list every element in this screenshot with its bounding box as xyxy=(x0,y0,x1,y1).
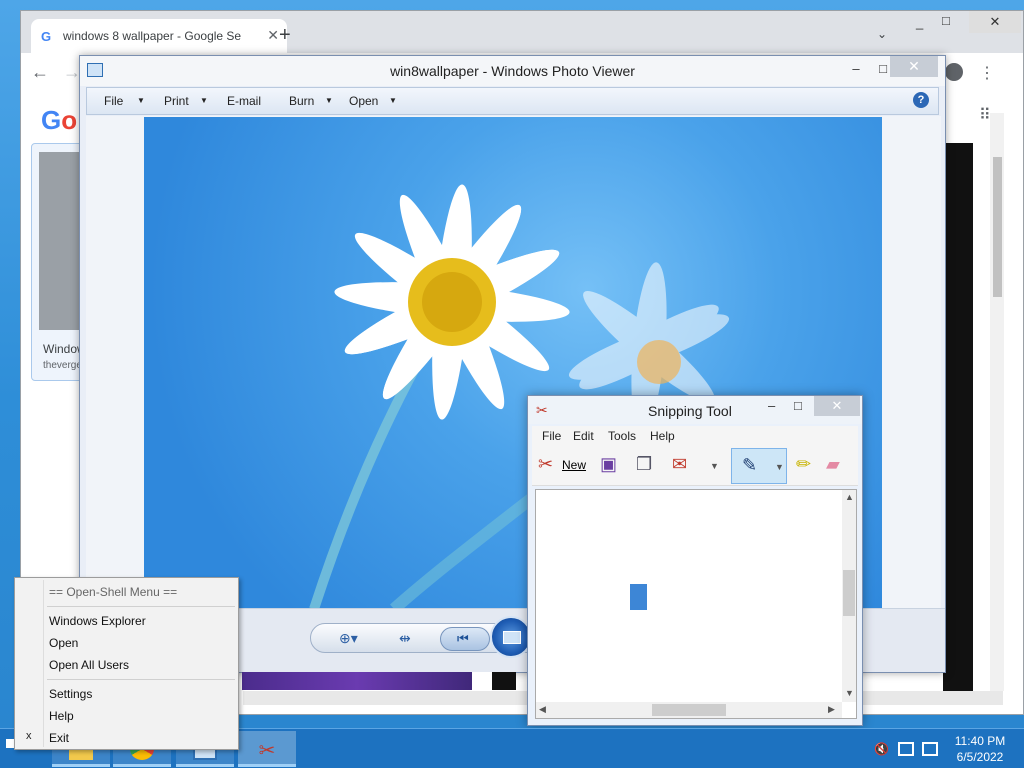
print-dropdown-icon[interactable]: ▼ xyxy=(200,96,208,105)
snipping-tool-toolbar: ✂ New ▣ ❐ ✉ ▼ ✎ ▼ ✏ ▰ xyxy=(532,446,858,486)
open-shell-context-menu: == Open-Shell Menu == Windows Explorer O… xyxy=(14,577,239,750)
snip-canvas[interactable]: ▲ ▼ ◀ ▶ xyxy=(535,489,857,719)
menu-gutter xyxy=(43,580,44,747)
pen-icon: ✎ xyxy=(742,455,758,475)
volume-muted-icon[interactable]: 🔇 xyxy=(874,742,890,756)
scissors-icon: ✂ xyxy=(258,740,276,762)
tab-title: windows 8 wallpaper - Google Search xyxy=(63,29,241,43)
snipping-tool-title: Snipping Tool xyxy=(648,403,732,419)
menu-print[interactable]: Print xyxy=(164,94,189,108)
menu-item-exit[interactable]: Exit xyxy=(49,731,69,745)
preview-panel xyxy=(943,143,973,691)
scroll-left-icon[interactable]: ◀ xyxy=(539,704,546,715)
pen-dropdown-icon[interactable]: ▼ xyxy=(775,462,784,472)
result-thumbnail[interactable] xyxy=(39,152,84,330)
snipping-tool-window: ✂ Snipping Tool – □ ✕ File Edit Tools He… xyxy=(527,395,863,726)
new-snip-icon[interactable]: ✂ xyxy=(538,454,553,475)
zoom-icon[interactable]: ⊕▾ xyxy=(339,630,358,647)
menu-separator xyxy=(47,606,235,607)
help-icon[interactable]: ? xyxy=(913,92,929,108)
menu-edit[interactable]: Edit xyxy=(573,429,594,443)
menu-header: == Open-Shell Menu == xyxy=(49,585,178,599)
save-icon[interactable]: ▣ xyxy=(600,454,617,475)
menu-item-open[interactable]: Open xyxy=(49,636,78,650)
photo-viewer-titlebar[interactable]: win8wallpaper - Windows Photo Viewer – □… xyxy=(80,56,945,86)
scroll-right-icon[interactable]: ▶ xyxy=(828,704,835,715)
copy-icon[interactable]: ❐ xyxy=(636,454,652,475)
canvas-vertical-scrollbar[interactable]: ▲ ▼ xyxy=(842,490,856,702)
apps-grid-icon[interactable]: ⠿ xyxy=(979,105,991,125)
burn-dropdown-icon[interactable]: ▼ xyxy=(325,96,333,105)
clock[interactable]: 11:40 PM 6/5/2022 xyxy=(948,733,1012,765)
exit-mark: x xyxy=(26,730,32,742)
photo-viewer-title: win8wallpaper - Windows Photo Viewer xyxy=(390,63,635,79)
file-dropdown-icon[interactable]: ▼ xyxy=(137,96,145,105)
actual-size-icon[interactable]: ⇹ xyxy=(399,630,411,647)
snipping-tool-menubar: File Edit Tools Help xyxy=(532,426,858,446)
scroll-thumb[interactable] xyxy=(843,570,855,616)
thumbnail-black xyxy=(492,672,516,690)
profile-avatar[interactable] xyxy=(945,63,963,81)
menu-separator xyxy=(47,679,235,680)
close-tab-icon[interactable]: ✕ xyxy=(267,27,279,44)
scroll-up-icon[interactable]: ▲ xyxy=(845,492,854,502)
eraser-icon[interactable]: ▰ xyxy=(826,454,840,475)
photo-viewer-menubar: File ▼ Print ▼ E-mail Burn ▼ Open ▼ ? xyxy=(86,87,939,115)
result-source: theverge xyxy=(43,360,82,371)
close-window-icon[interactable]: ✕ xyxy=(969,11,1021,33)
scroll-thumb[interactable] xyxy=(993,157,1002,297)
menu-item-settings[interactable]: Settings xyxy=(49,687,92,701)
back-arrow-icon[interactable]: ← xyxy=(31,62,49,83)
scissors-icon: ✂ xyxy=(536,402,548,418)
captured-snip xyxy=(630,584,647,610)
menu-email[interactable]: E-mail xyxy=(227,94,261,108)
menu-tools[interactable]: Tools xyxy=(608,429,636,443)
open-dropdown-icon[interactable]: ▼ xyxy=(389,96,397,105)
google-logo[interactable]: Go xyxy=(41,105,77,136)
taskbar-snipping-tool[interactable]: ✂ xyxy=(238,731,296,767)
menu-file[interactable]: File xyxy=(542,429,561,443)
new-button[interactable]: New xyxy=(562,458,586,472)
action-center-icon[interactable] xyxy=(922,742,938,756)
send-snip-icon[interactable]: ✉ xyxy=(672,454,687,475)
pen-button[interactable]: ✎ ▼ xyxy=(731,448,787,484)
previous-button[interactable]: ⏮ xyxy=(440,627,490,651)
menu-file[interactable]: File xyxy=(104,94,123,108)
minimize-icon[interactable]: – xyxy=(848,59,864,79)
thumbnail-strip xyxy=(242,672,472,690)
clock-date: 6/5/2022 xyxy=(956,750,1004,764)
menu-item-windows-explorer[interactable]: Windows Explorer xyxy=(49,614,146,628)
minimize-icon[interactable]: _ xyxy=(916,15,923,37)
previous-icon: ⏮ xyxy=(457,631,469,646)
menu-open[interactable]: Open xyxy=(349,94,378,108)
scroll-down-icon[interactable]: ▼ xyxy=(845,688,854,698)
network-icon[interactable] xyxy=(898,742,914,756)
minimize-icon[interactable]: – xyxy=(768,398,775,413)
canvas-horizontal-scrollbar[interactable]: ◀ ▶ xyxy=(536,702,842,718)
slideshow-icon xyxy=(503,631,521,644)
menu-burn[interactable]: Burn xyxy=(289,94,314,108)
menu-dots-icon[interactable]: ⋮ xyxy=(979,63,995,83)
maximize-icon[interactable]: □ xyxy=(942,13,950,35)
system-tray: 🔇 xyxy=(870,729,940,768)
close-button[interactable]: ✕ xyxy=(814,396,860,416)
maximize-icon[interactable]: □ xyxy=(875,59,891,79)
scroll-thumb[interactable] xyxy=(652,704,726,716)
menu-item-open-all-users[interactable]: Open All Users xyxy=(49,658,129,672)
clock-time: 11:40 PM xyxy=(954,734,1006,748)
menu-help[interactable]: Help xyxy=(650,429,675,443)
browser-tab[interactable]: G windows 8 wallpaper - Google Search ✕ xyxy=(31,19,287,53)
snipping-tool-titlebar[interactable]: ✂ Snipping Tool – □ ✕ xyxy=(528,396,862,424)
maximize-icon[interactable]: □ xyxy=(794,398,802,413)
google-icon: G xyxy=(41,29,52,44)
slideshow-button[interactable] xyxy=(490,616,532,658)
highlighter-icon[interactable]: ✏ xyxy=(796,454,811,475)
thumbnail-white xyxy=(472,672,492,690)
send-dropdown-icon[interactable]: ▼ xyxy=(710,461,719,471)
menu-item-help[interactable]: Help xyxy=(49,709,74,723)
new-tab-icon[interactable]: + xyxy=(279,24,291,47)
browser-scrollbar[interactable] xyxy=(990,113,1004,691)
close-button[interactable]: ✕ xyxy=(890,56,938,77)
tab-search-icon[interactable]: ⌄ xyxy=(877,27,887,41)
